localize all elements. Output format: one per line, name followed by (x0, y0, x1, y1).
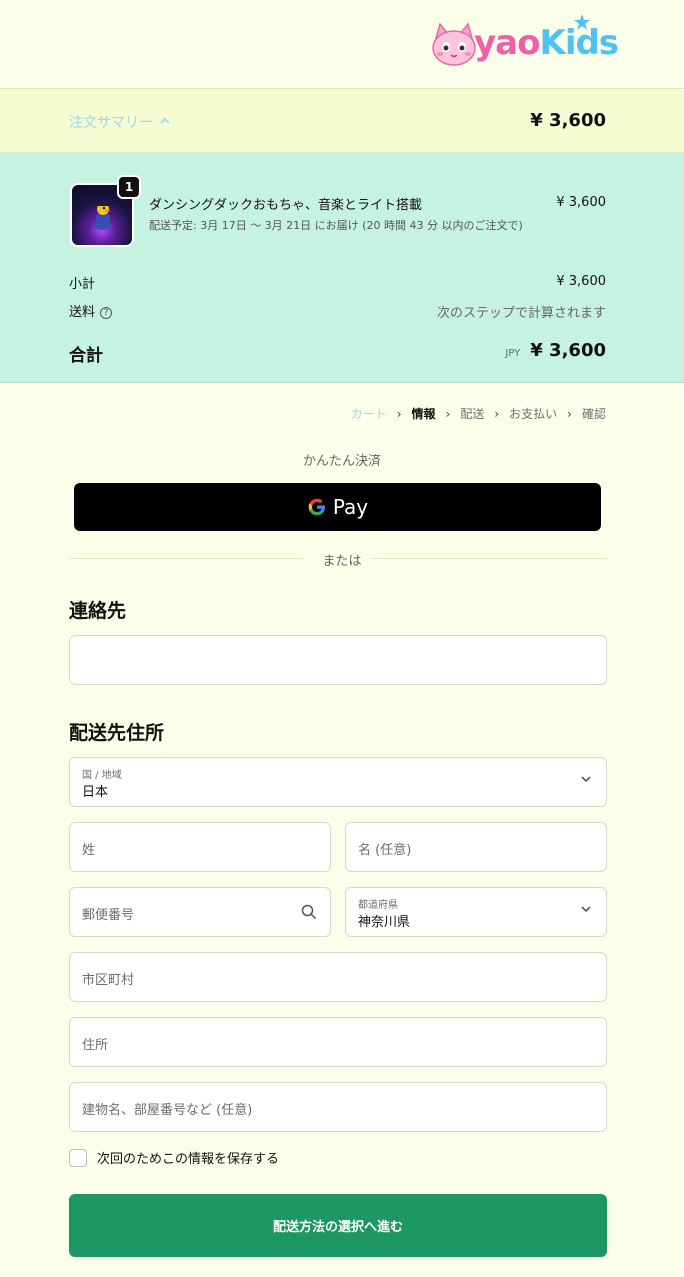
shipping-row: 送料? (69, 301, 113, 320)
postal-code-placeholder: 郵便番号 (82, 908, 135, 923)
google-pay-button[interactable]: Pay (74, 483, 601, 531)
breadcrumb-shipping: 配送 (460, 407, 485, 421)
address-field[interactable]: 住所 (69, 1017, 607, 1067)
save-info-checkbox[interactable] (69, 1148, 87, 1167)
country-value: 日本 (82, 785, 109, 800)
building-field[interactable]: 建物名、部屋番号など (任意) (69, 1082, 607, 1132)
search-icon[interactable] (301, 904, 317, 920)
subtotal-value: ¥ 3,600 (556, 274, 606, 289)
or-separator-label: または (322, 554, 362, 569)
city-placeholder: 市区町村 (82, 973, 135, 988)
shipping-value: 次のステップで計算されます (436, 306, 606, 321)
first-name-field[interactable]: 名 (任意) (345, 822, 607, 872)
breadcrumb: カート › 情報 › 配送 › お支払い › 確認 (351, 405, 606, 422)
dancing-duck-image (94, 203, 112, 230)
breadcrumb-information: 情報 (411, 407, 436, 421)
currency-code: JPY (505, 348, 521, 359)
total-amount: JPY ¥ 3,600 (505, 340, 606, 361)
save-info-label[interactable]: 次回のためこの情報を保存する (97, 1148, 279, 1167)
subtotal-label: 小計 (69, 277, 96, 292)
continue-to-shipping-button[interactable]: 配送方法の選択へ進む (69, 1194, 607, 1257)
contact-title: 連絡先 (69, 600, 127, 622)
chevron-right-icon: › (567, 406, 572, 421)
address-placeholder: 住所 (82, 1038, 109, 1053)
building-placeholder: 建物名、部屋番号など (任意) (82, 1103, 253, 1118)
prefecture-value: 神奈川県 (358, 915, 411, 930)
prefecture-select[interactable]: 都道府県 神奈川県 (345, 887, 607, 937)
order-summary-toggle-label: 注文サマリー (69, 115, 153, 131)
yaokids-logo[interactable]: yaoKids (426, 14, 619, 74)
breadcrumb-payment: お支払い (509, 407, 558, 421)
delivery-estimate: 配送予定: 3月 17日 〜 3月 21日 にお届け (20 時間 43 分 以… (149, 219, 523, 232)
city-field[interactable]: 市区町村 (69, 952, 607, 1002)
postal-code-field[interactable]: 郵便番号 (69, 887, 331, 937)
google-g-icon (308, 498, 325, 516)
email-field[interactable] (69, 635, 607, 685)
total-label: 合計 (69, 346, 103, 366)
shipping-address-title: 配送先住所 (69, 722, 165, 744)
total-value: ¥ 3,600 (530, 340, 606, 361)
product-name: ダンシングダックおもちゃ、音楽とライト搭載 (149, 198, 423, 213)
logo-wordmark: yaoKids (474, 23, 619, 63)
chevron-right-icon: › (445, 406, 451, 421)
chevron-right-icon: › (494, 406, 500, 421)
quantity-badge: 1 (117, 175, 141, 199)
summary-total: ¥ 3,600 (530, 110, 606, 131)
star-icon (574, 14, 590, 30)
country-select[interactable]: 国 / 地域 日本 (69, 757, 607, 807)
chevron-right-icon: › (396, 406, 402, 421)
breadcrumb-cart[interactable]: カート (351, 405, 387, 422)
shipping-label: 送料 (69, 305, 96, 320)
header: yaoKids (0, 0, 684, 88)
prefecture-label: 都道府県 (358, 900, 398, 911)
last-name-field[interactable]: 姓 (69, 822, 331, 872)
save-info-row: 次回のためこの情報を保存する (69, 1148, 279, 1167)
order-details: ダンシングダックおもちゃ、音楽とライト搭載 配送予定: 3月 17日 〜 3月 … (0, 153, 684, 383)
order-summary-bar: 注文サマリー ¥ 3,600 (0, 88, 684, 153)
order-summary-toggle[interactable]: 注文サマリー (69, 112, 171, 132)
chevron-down-icon (581, 776, 591, 783)
breadcrumb-confirm: 確認 (581, 407, 606, 421)
product-price: ¥ 3,600 (556, 195, 606, 210)
country-label: 国 / 地域 (82, 770, 122, 781)
last-name-placeholder: 姓 (82, 843, 96, 858)
first-name-placeholder: 名 (任意) (358, 843, 412, 858)
chevron-up-icon (160, 117, 170, 124)
chevron-down-icon (581, 906, 591, 913)
express-checkout-label: かんたん決済 (302, 454, 381, 469)
cat-logo-icon (432, 22, 476, 66)
google-pay-label: Pay (332, 495, 369, 519)
help-icon[interactable]: ? (100, 307, 113, 319)
